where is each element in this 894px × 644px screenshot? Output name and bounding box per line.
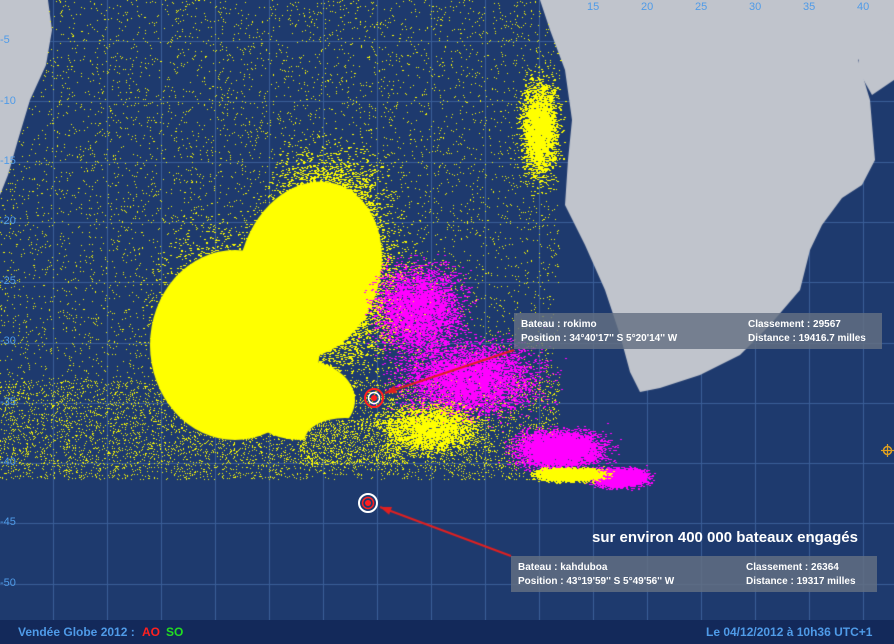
- legend-ao: AO: [142, 625, 160, 639]
- date-stamp: Le 04/12/2012 à 10h36 UTC+1: [706, 625, 873, 639]
- lon-tick-label: 30: [749, 1, 762, 13]
- lon-tick-label: 20: [641, 1, 654, 13]
- lon-tick-label: 35: [803, 1, 816, 13]
- participants-headline: sur environ 400 000 bateaux engagés: [592, 529, 858, 546]
- lat-tick-label: -5: [0, 34, 10, 46]
- boat-distance: Distance : 19317 milles: [746, 576, 856, 587]
- boat-distance: Distance : 19416.7 milles: [748, 333, 866, 344]
- race-title: Vendée Globe 2012 :: [18, 625, 135, 639]
- lat-tick-label: -45: [0, 516, 16, 528]
- boat-rank: Classement : 29567: [748, 319, 841, 330]
- crosshair-icon[interactable]: [881, 444, 894, 457]
- lat-tick-label: -15: [0, 155, 16, 167]
- boat-marker-rokimo[interactable]: [363, 387, 385, 409]
- ocean-map-canvas[interactable]: [0, 0, 894, 620]
- lat-tick-label: -40: [0, 456, 16, 468]
- status-bar: Vendée Globe 2012 : AO SO Le 04/12/2012 …: [0, 620, 894, 644]
- lat-tick-label: -25: [0, 275, 16, 287]
- lat-tick-label: -20: [0, 215, 16, 227]
- info-box-rokimo: Bateau : rokimo Position : 34°40'17'' S …: [514, 313, 882, 349]
- boat-name: Bateau : kahduboa: [518, 562, 608, 573]
- lon-tick-label: 25: [695, 1, 708, 13]
- lat-tick-label: -50: [0, 577, 16, 589]
- lat-tick-label: -30: [0, 335, 16, 347]
- boat-marker-kahduboa[interactable]: [357, 492, 379, 514]
- boat-position: Position : 43°19'59'' S 5°49'56'' W: [518, 576, 675, 587]
- lon-tick-label: 40: [857, 1, 870, 13]
- legend-so: SO: [166, 625, 184, 639]
- info-box-kahduboa: Bateau : kahduboa Position : 43°19'59'' …: [511, 556, 877, 592]
- boat-rank: Classement : 26364: [746, 562, 839, 573]
- map-viewer: 15 20 25 30 35 40 -5 -10 -15 -20 -25 -30…: [0, 0, 894, 644]
- boat-name: Bateau : rokimo: [521, 319, 597, 330]
- boat-position: Position : 34°40'17'' S 5°20'14'' W: [521, 333, 678, 344]
- lat-tick-label: -35: [0, 396, 16, 408]
- lon-tick-label: 15: [587, 1, 600, 13]
- lat-tick-label: -10: [0, 95, 16, 107]
